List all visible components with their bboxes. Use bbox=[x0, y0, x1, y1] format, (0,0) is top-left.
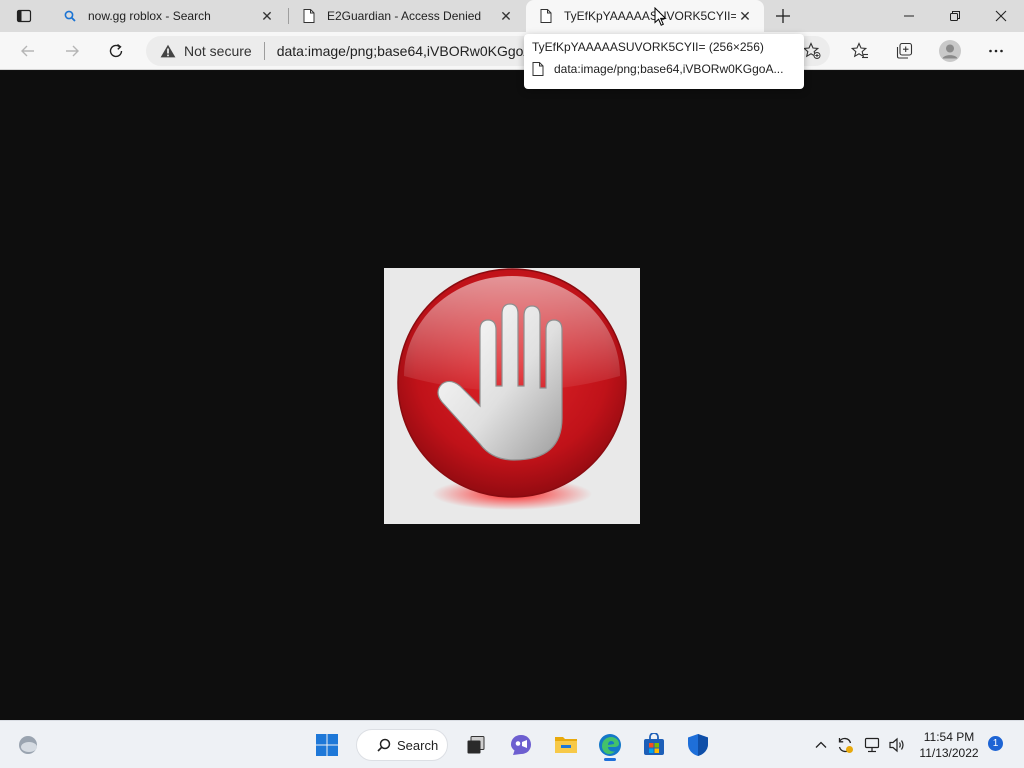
profile-button[interactable] bbox=[934, 35, 966, 67]
favorites-icon bbox=[851, 42, 868, 59]
task-view-button[interactable] bbox=[460, 729, 492, 761]
tab-actions-icon bbox=[16, 9, 32, 23]
store-icon bbox=[644, 733, 664, 755]
tab-hover-tooltip: TyEfKpYAAAAASUVORK5CYII= (256×256) data:… bbox=[524, 34, 804, 89]
collections-icon bbox=[896, 42, 913, 59]
file-explorer-button[interactable] bbox=[550, 729, 582, 761]
tooltip-url: data:image/png;base64,iVBORw0KGgoA... bbox=[554, 62, 784, 76]
show-hidden-icons-button[interactable] bbox=[810, 733, 832, 757]
tab-actions-button[interactable] bbox=[8, 4, 40, 28]
start-button[interactable] bbox=[311, 729, 343, 761]
new-tab-button[interactable] bbox=[770, 4, 796, 28]
clock[interactable]: 11:54 PM 11/13/2022 bbox=[912, 729, 986, 761]
speaker-icon bbox=[889, 737, 904, 753]
chat-icon bbox=[511, 735, 531, 755]
minimize-icon bbox=[904, 15, 914, 17]
close-tab-icon[interactable]: ✕ bbox=[736, 7, 754, 25]
tab-title: TyEfKpYAAAAASUVORK5CYII= (2 bbox=[564, 9, 736, 23]
minimize-button[interactable] bbox=[886, 0, 932, 32]
widgets-button[interactable] bbox=[12, 729, 44, 761]
restore-button[interactable] bbox=[932, 0, 978, 32]
chevron-up-icon bbox=[815, 741, 827, 748]
page-icon bbox=[538, 8, 554, 24]
collections-button[interactable] bbox=[888, 35, 920, 67]
clock-time: 11:54 PM bbox=[923, 730, 975, 744]
plus-icon bbox=[776, 9, 790, 23]
tab-search[interactable]: now.gg roblox - Search ✕ bbox=[50, 0, 286, 32]
defender-button[interactable] bbox=[682, 729, 714, 761]
page-content bbox=[0, 71, 1024, 720]
mouse-cursor-icon bbox=[654, 7, 667, 26]
folder-icon bbox=[555, 737, 577, 753]
back-arrow-icon bbox=[21, 45, 34, 57]
avatar-icon bbox=[939, 40, 961, 62]
clock-date: 11/13/2022 bbox=[919, 746, 979, 760]
stop-hand-icon bbox=[397, 268, 627, 510]
back-button[interactable] bbox=[12, 35, 44, 67]
close-icon bbox=[995, 10, 1007, 22]
windows-logo-icon bbox=[316, 734, 338, 756]
site-info-button[interactable]: Not secure bbox=[146, 42, 265, 60]
refresh-icon bbox=[109, 43, 123, 58]
tooltip-url-row: data:image/png;base64,iVBORw0KGgoA... bbox=[532, 62, 796, 76]
network-button[interactable] bbox=[861, 733, 883, 757]
weather-icon bbox=[19, 736, 37, 754]
close-tab-icon[interactable]: ✕ bbox=[258, 7, 276, 25]
tab-strip: now.gg roblox - Search ✕ E2Guardian - Ac… bbox=[0, 0, 1024, 32]
tab-e2guardian[interactable]: E2Guardian - Access Denied ✕ bbox=[289, 0, 525, 32]
store-button[interactable] bbox=[638, 729, 670, 761]
star-add-icon bbox=[803, 42, 821, 59]
more-icon bbox=[989, 49, 1003, 53]
refresh-button[interactable] bbox=[100, 35, 132, 67]
close-window-button[interactable] bbox=[978, 0, 1024, 32]
search-label: Search bbox=[397, 737, 439, 753]
forward-button[interactable] bbox=[56, 35, 88, 67]
tab-image-active[interactable]: TyEfKpYAAAAASUVORK5CYII= (2 ✕ bbox=[526, 0, 764, 32]
close-tab-icon[interactable]: ✕ bbox=[497, 7, 515, 25]
sync-icon bbox=[838, 737, 853, 753]
edge-browser-button[interactable] bbox=[594, 729, 626, 761]
tab-title: now.gg roblox - Search bbox=[88, 9, 211, 23]
warning-icon bbox=[160, 44, 176, 58]
shield-icon bbox=[688, 734, 708, 756]
notification-badge[interactable]: 1 bbox=[988, 736, 1003, 751]
tooltip-title: TyEfKpYAAAAASUVORK5CYII= (256×256) bbox=[532, 40, 764, 54]
page-icon bbox=[532, 62, 544, 76]
tab-title: E2Guardian - Access Denied bbox=[327, 9, 482, 23]
network-icon bbox=[864, 737, 880, 753]
edge-icon bbox=[599, 734, 621, 756]
sync-status-button[interactable] bbox=[834, 733, 856, 757]
browser-toolbar: Not secure data:image/png;base64,iVBORw0… bbox=[0, 32, 1024, 70]
search-icon bbox=[62, 8, 78, 24]
displayed-image[interactable] bbox=[384, 268, 640, 524]
search-icon bbox=[377, 738, 391, 752]
favorites-button[interactable] bbox=[844, 35, 876, 67]
forward-arrow-icon bbox=[66, 45, 79, 57]
settings-menu-button[interactable] bbox=[980, 35, 1012, 67]
restore-icon bbox=[950, 11, 960, 21]
taskbar: Search 11:54 PM 11/13/2022 bbox=[0, 720, 1024, 768]
taskbar-search[interactable]: Search bbox=[356, 729, 448, 761]
page-icon bbox=[301, 8, 317, 24]
chat-button[interactable] bbox=[505, 729, 537, 761]
task-view-icon bbox=[467, 736, 485, 754]
active-app-indicator bbox=[604, 758, 616, 761]
not-secure-label: Not secure bbox=[184, 43, 252, 59]
volume-button[interactable] bbox=[886, 733, 908, 757]
